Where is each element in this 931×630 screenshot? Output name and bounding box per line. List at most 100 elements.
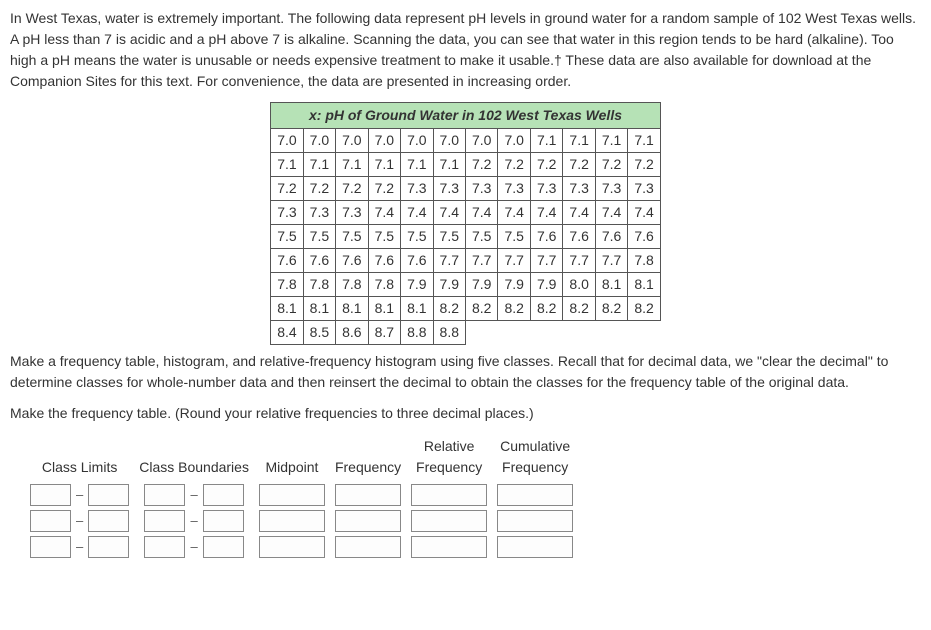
- ph-data-cell: 8.1: [336, 297, 368, 321]
- class_boundaries-upper-input[interactable]: [203, 484, 244, 506]
- ph-data-cell: 7.5: [368, 225, 400, 249]
- ph-data-cell: 7.1: [433, 153, 465, 177]
- range-separator: –: [75, 511, 84, 531]
- prompt-text: Make the frequency table. (Round your re…: [10, 403, 921, 424]
- class_limits-upper-input[interactable]: [88, 510, 129, 532]
- freq-col-class_boundaries: Class Boundaries–––––: [139, 438, 249, 558]
- class_boundaries-lower-input[interactable]: [144, 536, 185, 558]
- ph-data-cell: 7.6: [401, 249, 433, 273]
- ph-data-cell: 7.2: [303, 177, 335, 201]
- ph-data-cell: 7.1: [595, 129, 627, 153]
- ph-data-cell: 8.2: [530, 297, 562, 321]
- ph-data-cell: 7.5: [498, 225, 530, 249]
- ph-data-cell: 8.1: [595, 273, 627, 297]
- ph-data-cell: 7.1: [336, 153, 368, 177]
- freq-col-class_limits: Class Limits–––––: [30, 438, 129, 558]
- cum_freq-input[interactable]: [497, 536, 573, 558]
- freq-col-midpoint: Midpoint: [259, 438, 325, 558]
- ph-data-cell: 7.1: [628, 129, 660, 153]
- ph-data-cell: 7.1: [303, 153, 335, 177]
- ph-data-cell: 7.6: [530, 225, 562, 249]
- class_boundaries-lower-input[interactable]: [144, 484, 185, 506]
- ph-data-cell: 8.1: [303, 297, 335, 321]
- ph-data-cell: 8.1: [401, 297, 433, 321]
- midpoint-input[interactable]: [259, 536, 325, 558]
- ph-data-cell: 7.2: [336, 177, 368, 201]
- ph-data-cell: 8.6: [336, 321, 368, 345]
- ph-data-cell: 7.7: [595, 249, 627, 273]
- ph-data-cell: 8.1: [628, 273, 660, 297]
- ph-data-cell: 7.0: [368, 129, 400, 153]
- ph-data-cell: 7.0: [433, 129, 465, 153]
- range-separator: –: [75, 485, 84, 505]
- freq-col-frequency: Frequency: [335, 438, 401, 558]
- class_limits-lower-input[interactable]: [30, 510, 71, 532]
- ph-data-cell: 7.9: [401, 273, 433, 297]
- ph-data-cell: 7.1: [368, 153, 400, 177]
- frequency-input[interactable]: [335, 484, 401, 506]
- ph-data-cell: 8.5: [303, 321, 335, 345]
- ph-data-header: x: pH of Ground Water in 102 West Texas …: [271, 103, 661, 129]
- ph-data-cell: 7.5: [303, 225, 335, 249]
- frequency-input[interactable]: [335, 536, 401, 558]
- ph-data-cell: 7.0: [466, 129, 498, 153]
- class_boundaries-lower-input[interactable]: [144, 510, 185, 532]
- ph-data-cell: 7.8: [303, 273, 335, 297]
- ph-data-cell: 7.6: [303, 249, 335, 273]
- class_limits-lower-input[interactable]: [30, 536, 71, 558]
- ph-data-cell: 7.6: [271, 249, 303, 273]
- ph-data-cell: 7.1: [530, 129, 562, 153]
- range-separator: –: [189, 485, 198, 505]
- cum_freq-input[interactable]: [497, 510, 573, 532]
- ph-data-cell: 7.2: [628, 153, 660, 177]
- ph-data-cell: 7.4: [628, 201, 660, 225]
- ph-data-cell: 7.5: [433, 225, 465, 249]
- ph-data-cell: 7.4: [368, 201, 400, 225]
- ph-data-cell: 7.4: [595, 201, 627, 225]
- ph-data-cell: 8.2: [628, 297, 660, 321]
- freq-header-frequency: Frequency: [335, 438, 401, 478]
- ph-data-table: x: pH of Ground Water in 102 West Texas …: [270, 102, 661, 345]
- rel_freq-input[interactable]: [411, 510, 487, 532]
- class_boundaries-upper-input[interactable]: [203, 536, 244, 558]
- ph-data-cell: 7.6: [368, 249, 400, 273]
- range-separator: –: [75, 537, 84, 557]
- freq-header-class_limits: Class Limits: [42, 438, 117, 478]
- ph-data-cell: 7.0: [303, 129, 335, 153]
- class_limits-upper-input[interactable]: [88, 536, 129, 558]
- frequency-input[interactable]: [335, 510, 401, 532]
- ph-data-cell: 7.6: [595, 225, 627, 249]
- ph-data-cell: 7.7: [498, 249, 530, 273]
- class_limits-lower-input[interactable]: [30, 484, 71, 506]
- ph-data-cell: 7.5: [466, 225, 498, 249]
- midpoint-input[interactable]: [259, 484, 325, 506]
- range-separator: –: [189, 511, 198, 531]
- midpoint-input[interactable]: [259, 510, 325, 532]
- ph-data-cell: 7.6: [628, 225, 660, 249]
- freq-header-cum_freq: Cumulative Frequency: [500, 438, 570, 478]
- ph-data-cell: 7.3: [401, 177, 433, 201]
- class_limits-upper-input[interactable]: [88, 484, 129, 506]
- ph-data-cell: 8.8: [401, 321, 433, 345]
- ph-data-cell: 7.7: [530, 249, 562, 273]
- ph-data-cell: 8.1: [271, 297, 303, 321]
- ph-data-cell: 7.3: [336, 201, 368, 225]
- ph-data-cell: 8.7: [368, 321, 400, 345]
- ph-data-cell: 7.7: [466, 249, 498, 273]
- class_boundaries-upper-input[interactable]: [203, 510, 244, 532]
- ph-data-cell: 7.4: [563, 201, 595, 225]
- cum_freq-input[interactable]: [497, 484, 573, 506]
- ph-data-cell: 7.0: [271, 129, 303, 153]
- ph-data-cell: 8.2: [433, 297, 465, 321]
- intro-paragraph: In West Texas, water is extremely import…: [10, 8, 921, 92]
- ph-data-cell: 7.3: [498, 177, 530, 201]
- instructions-paragraph: Make a frequency table, histogram, and r…: [10, 351, 921, 393]
- ph-data-cell: 7.8: [336, 273, 368, 297]
- ph-data-cell: 7.5: [271, 225, 303, 249]
- ph-data-cell: 7.3: [563, 177, 595, 201]
- ph-data-cell: 8.2: [595, 297, 627, 321]
- rel_freq-input[interactable]: [411, 484, 487, 506]
- rel_freq-input[interactable]: [411, 536, 487, 558]
- ph-data-cell: 7.3: [595, 177, 627, 201]
- ph-data-cell: 7.2: [368, 177, 400, 201]
